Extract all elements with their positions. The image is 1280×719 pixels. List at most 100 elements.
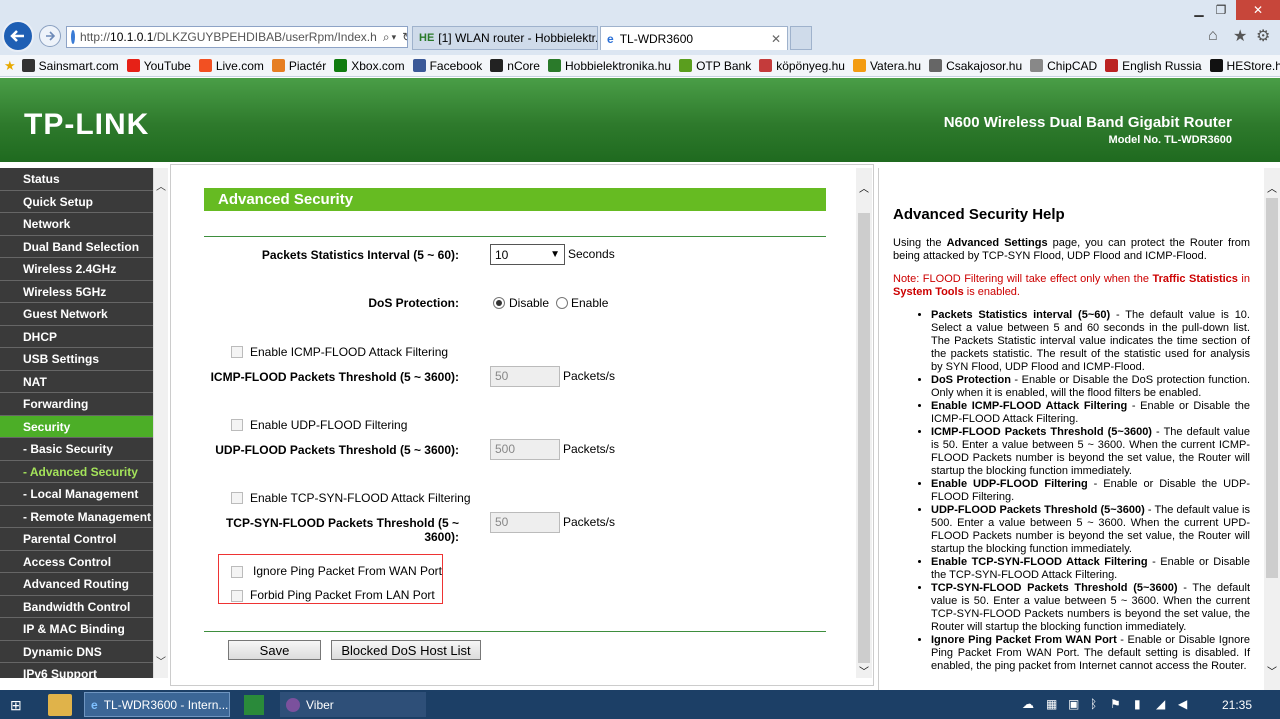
favorite-item[interactable]: ChipCAD xyxy=(1030,59,1097,73)
favorite-item[interactable]: Vatera.hu xyxy=(852,59,921,73)
restore-icon[interactable]: ❐ xyxy=(1206,0,1236,20)
dos-disable-radio[interactable] xyxy=(493,297,505,309)
favorite-item[interactable]: HEStore.hu xyxy=(1209,59,1280,73)
favorite-label: ChipCAD xyxy=(1047,58,1098,73)
sidebar-item-advanced-security[interactable]: - Advanced Security xyxy=(0,460,153,483)
sidebar-item-local-management[interactable]: - Local Management xyxy=(0,483,153,506)
favorite-item[interactable]: Live.com xyxy=(198,59,264,73)
help-panel: Advanced Security Help Using the Advance… xyxy=(878,168,1264,690)
sidebar-item-guest-network[interactable]: Guest Network xyxy=(0,303,153,326)
favorite-item[interactable]: nCore xyxy=(490,59,540,73)
favorite-item[interactable]: Hobbielektronika.hu xyxy=(547,59,671,73)
sidebar-item-advanced-routing[interactable]: Advanced Routing xyxy=(0,573,153,596)
tab-label: [1] WLAN router - Hobbielektr... xyxy=(438,31,598,45)
network-icon[interactable]: ▦ xyxy=(1046,697,1057,711)
wifi-icon[interactable]: ◢ xyxy=(1156,697,1165,711)
favorite-icon xyxy=(1105,59,1119,72)
favorite-icon xyxy=(679,59,693,72)
favorite-item[interactable]: OTP Bank xyxy=(679,59,751,73)
sidebar-item-quick-setup[interactable]: Quick Setup xyxy=(0,190,153,213)
sidebar-item-dhcp[interactable]: DHCP xyxy=(0,325,153,348)
windows-start-icon[interactable]: ⊞ xyxy=(10,697,22,714)
icmp-threshold-label: ICMP-FLOOD Packets Threshold (5 ~ 3600): xyxy=(210,370,459,384)
address-bar[interactable]: http://10.1.0.1/DLKZGUYBPEHDIBAB/userRpm… xyxy=(66,26,408,48)
sidebar-item-ipv6-support[interactable]: IPv6 Support xyxy=(0,663,153,678)
ie-page-icon xyxy=(71,30,75,44)
favorite-item[interactable]: köpönyeg.hu xyxy=(759,59,845,73)
icmp-filter-checkbox[interactable] xyxy=(231,346,243,358)
power-icon[interactable]: ▮ xyxy=(1134,697,1141,711)
forward-button[interactable] xyxy=(39,25,61,47)
icmp-threshold-input[interactable]: 50 xyxy=(490,366,560,387)
scroll-up-icon[interactable]: ︿ xyxy=(156,178,166,193)
sidebar-item-wireless-5ghz[interactable]: Wireless 5GHz xyxy=(0,280,153,303)
home-icon[interactable]: ⌂ xyxy=(1208,27,1218,45)
favorite-item[interactable]: Sainsmart.com xyxy=(21,59,119,73)
sidebar-item-bandwidth-control[interactable]: Bandwidth Control xyxy=(0,595,153,618)
new-tab-button[interactable] xyxy=(790,26,812,50)
sidebar-item-forwarding[interactable]: Forwarding xyxy=(0,393,153,416)
scroll-down-icon[interactable]: ﹀ xyxy=(859,663,869,678)
scroll-up-icon[interactable]: ︿ xyxy=(859,180,869,195)
udp-threshold-input[interactable]: 500 xyxy=(490,439,560,460)
dropdown-icon[interactable]: ▾ xyxy=(392,32,397,43)
volume-icon[interactable]: ◀ xyxy=(1178,697,1187,711)
cloud-icon[interactable]: ☁ xyxy=(1022,697,1034,711)
refresh-icon[interactable]: ↻ xyxy=(402,30,407,44)
tray-icon[interactable]: ▣ xyxy=(1068,697,1079,711)
back-button[interactable] xyxy=(2,20,34,52)
tab-hobbielektronika[interactable]: HE [1] WLAN router - Hobbielektr... xyxy=(412,26,598,50)
ignore-ping-checkbox[interactable] xyxy=(231,566,243,578)
sidebar-item-dual-band-selection[interactable]: Dual Band Selection xyxy=(0,235,153,258)
sidebar-item-status[interactable]: Status xyxy=(0,168,153,191)
sidebar-item-parental-control[interactable]: Parental Control xyxy=(0,528,153,551)
favorite-item[interactable]: Piactér xyxy=(271,59,326,73)
sidebar-item-nat[interactable]: NAT xyxy=(0,370,153,393)
sidebar-item-basic-security[interactable]: - Basic Security xyxy=(0,438,153,461)
taskbar-viber-window[interactable]: Viber xyxy=(280,692,426,717)
sidebar-item-wireless-2-4ghz[interactable]: Wireless 2.4GHz xyxy=(0,258,153,281)
sidebar-item-remote-management[interactable]: - Remote Management xyxy=(0,505,153,528)
sidebar-item-usb-settings[interactable]: USB Settings xyxy=(0,348,153,371)
close-tab-icon[interactable]: ✕ xyxy=(771,32,781,46)
excel-icon[interactable] xyxy=(244,695,264,715)
blocked-dos-host-list-button[interactable]: Blocked DoS Host List xyxy=(331,640,481,660)
save-button[interactable]: Save xyxy=(228,640,321,660)
sidebar-item-network[interactable]: Network xyxy=(0,213,153,236)
favorite-item[interactable]: Facebook xyxy=(412,59,482,73)
favorite-item[interactable]: Xbox.com xyxy=(334,59,405,73)
sidebar-scrollbar[interactable]: ︿ ﹀ xyxy=(153,168,168,678)
forbid-ping-checkbox[interactable] xyxy=(231,590,243,602)
bluetooth-icon[interactable]: ᛒ xyxy=(1090,697,1097,711)
favorites-star-icon[interactable]: ★ xyxy=(1233,26,1247,46)
scroll-up-icon[interactable]: ︿ xyxy=(1267,180,1277,195)
add-favorite-star-icon[interactable]: ★ xyxy=(4,58,16,74)
flag-icon[interactable]: ⚑ xyxy=(1110,697,1121,711)
favorite-icon xyxy=(271,59,285,72)
main-scroll-thumb[interactable] xyxy=(858,213,870,663)
taskbar-ie-window[interactable]: e TL-WDR3600 - Intern... xyxy=(84,692,230,717)
back-arrow-icon xyxy=(10,30,24,42)
settings-gear-icon[interactable]: ⚙ xyxy=(1256,26,1270,46)
search-icon[interactable]: ⌕ xyxy=(383,30,390,45)
tcp-filter-checkbox[interactable] xyxy=(231,492,243,504)
favorite-item[interactable]: YouTube xyxy=(126,59,191,73)
file-explorer-icon[interactable] xyxy=(48,694,72,716)
taskbar-ie-label: TL-WDR3600 - Intern... xyxy=(103,697,229,712)
sidebar-item-security[interactable]: Security xyxy=(0,415,153,438)
scroll-down-icon[interactable]: ﹀ xyxy=(1267,663,1277,678)
help-scroll-thumb[interactable] xyxy=(1266,198,1278,578)
scroll-down-icon[interactable]: ﹀ xyxy=(156,653,166,668)
clock[interactable]: 21:35 xyxy=(1222,698,1252,712)
dos-enable-radio[interactable] xyxy=(556,297,568,309)
favorite-item[interactable]: Csakajosor.hu xyxy=(929,59,1022,73)
tcp-threshold-input[interactable]: 50 xyxy=(490,512,560,533)
favorite-item[interactable]: English Russia xyxy=(1105,59,1202,73)
close-window-icon[interactable]: ✕ xyxy=(1236,0,1280,20)
sidebar-item-dynamic-dns[interactable]: Dynamic DNS xyxy=(0,640,153,663)
sidebar-item-ip-mac-binding[interactable]: IP & MAC Binding xyxy=(0,618,153,641)
sidebar-item-access-control[interactable]: Access Control xyxy=(0,550,153,573)
tab-tl-wdr3600[interactable]: e TL-WDR3600 ✕ xyxy=(600,26,788,50)
udp-filter-checkbox[interactable] xyxy=(231,419,243,431)
interval-select[interactable]: 10 ▼ xyxy=(490,244,565,265)
